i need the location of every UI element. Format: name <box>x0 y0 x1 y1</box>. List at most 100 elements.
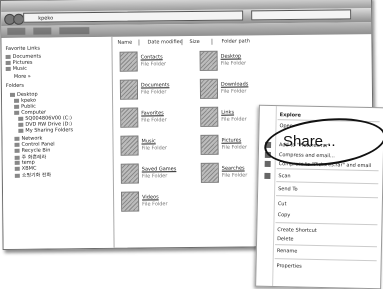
file-name: Videos <box>142 194 159 201</box>
file-item[interactable]: Videos File Folder <box>121 191 201 216</box>
share-menu-item-label[interactable]: Share... <box>283 133 336 150</box>
folder-icon <box>200 134 219 155</box>
menu-item[interactable]: Rename <box>277 248 298 254</box>
address-bar[interactable]: kpeko <box>23 10 244 23</box>
menu-separator <box>276 181 379 185</box>
menu-separator <box>274 244 377 248</box>
file-item[interactable]: Documents File Folder <box>119 79 200 104</box>
column-header-date[interactable]: Date modified <box>147 39 182 45</box>
toolbar <box>1 22 372 38</box>
file-item[interactable]: Saved Games File Folder <box>120 163 201 188</box>
search-input[interactable] <box>251 9 352 21</box>
folder-icon <box>5 54 11 59</box>
archive-icon <box>264 160 271 167</box>
file-type: File Folder <box>220 60 247 67</box>
folder-icon <box>200 106 219 127</box>
menu-item[interactable]: Send To <box>278 186 298 192</box>
column-header-size[interactable]: Size <box>189 39 199 45</box>
nav-item-label: Folders <box>5 82 24 89</box>
file-name: Links <box>221 109 235 116</box>
nav-item[interactable]: More » <box>14 74 31 80</box>
folder-icon <box>119 79 139 100</box>
menu-separator <box>275 222 378 226</box>
folder-icon <box>200 162 219 183</box>
folder-icon <box>120 107 139 128</box>
menu-item[interactable]: Explore <box>280 112 301 118</box>
menu-separator <box>276 195 379 199</box>
file-item[interactable]: Desktop File Folder <box>199 50 280 75</box>
folder-icon <box>18 128 24 133</box>
folder-icon <box>14 136 20 141</box>
file-name: Pictures <box>221 137 242 144</box>
file-item[interactable]: Music File Folder <box>120 135 200 160</box>
scan-icon <box>264 172 271 179</box>
address-path: kpeko <box>38 15 54 22</box>
file-item[interactable]: Downloads File Folder <box>199 78 280 103</box>
folder-icon <box>14 110 20 115</box>
column-header-folder-path[interactable]: Folder path <box>221 38 249 44</box>
folder-icon <box>119 51 138 72</box>
file-type: File Folder <box>141 117 167 124</box>
nav-item-label: My Sharing Folders <box>25 127 74 134</box>
file-type: File Folder <box>140 61 167 68</box>
nav-item[interactable]: Favorite Links <box>5 46 39 52</box>
column-separator[interactable] <box>181 39 183 46</box>
folder-icon <box>199 50 218 71</box>
folder-icon <box>120 163 139 184</box>
file-name: Saved Games <box>141 166 177 173</box>
menu-item[interactable]: Create Shortcut <box>277 227 317 234</box>
folder-icon <box>18 122 24 127</box>
file-name: Downloads <box>220 81 249 88</box>
folder-icon <box>14 104 20 109</box>
menu-item[interactable]: Delete <box>277 236 294 242</box>
folder-icon <box>14 173 20 178</box>
file-type: File Folder <box>141 145 168 152</box>
file-name: Desktop <box>220 53 242 60</box>
nav-item-label: More » <box>13 73 31 80</box>
file-item[interactable]: Favorites File Folder <box>120 107 200 132</box>
folder-icon <box>14 166 20 171</box>
folder-icon <box>18 116 24 121</box>
menu-item[interactable]: Copy <box>278 212 291 218</box>
menu-item[interactable]: Properties <box>276 263 301 270</box>
file-type: File Folder <box>221 172 248 179</box>
file-type: File Folder <box>142 201 168 208</box>
folder-icon <box>14 142 20 147</box>
column-separator[interactable] <box>138 39 140 46</box>
file-type: File Folder <box>220 88 247 95</box>
file-name: Contacts <box>140 54 163 61</box>
nav-item[interactable]: 쇼핑기화 전화 <box>14 171 52 179</box>
file-name: Documents <box>140 82 170 89</box>
nav-item[interactable]: Music <box>5 65 27 72</box>
nav-item[interactable]: My Sharing Folders <box>18 127 73 134</box>
folder-icon <box>5 66 11 71</box>
column-separator[interactable] <box>211 38 213 45</box>
nav-item[interactable]: Folders <box>6 83 24 89</box>
column-header-name[interactable]: Name <box>117 40 132 46</box>
nav-item-label: Music <box>12 65 27 72</box>
file-type: File Folder <box>141 173 168 180</box>
toolbar-burn-button[interactable] <box>59 27 90 35</box>
menu-separator <box>274 258 377 262</box>
folder-icon <box>9 92 16 97</box>
nav-item-label: 쇼핑기화 전화 <box>21 172 52 179</box>
file-type: File Folder <box>221 144 248 151</box>
toolbar-views-button[interactable] <box>33 27 52 35</box>
file-type: File Folder <box>221 116 247 123</box>
folder-icon <box>199 78 219 99</box>
folder-icon <box>14 98 20 103</box>
folder-icon <box>14 155 20 160</box>
file-type: File Folder <box>140 89 167 96</box>
folder-icon <box>121 191 140 212</box>
file-name: Music <box>141 138 156 145</box>
folder-icon <box>14 148 20 153</box>
folder-icon <box>14 160 20 165</box>
menu-item[interactable]: Cut <box>278 201 287 207</box>
toolbar-organize-button[interactable] <box>7 27 26 35</box>
file-item[interactable]: Contacts File Folder <box>119 51 200 76</box>
file-name: Searches <box>221 165 245 172</box>
file-name: Favorites <box>141 110 164 117</box>
folder-icon <box>5 60 11 65</box>
navigation-pane: Favorite Links Documents Pictures Music More… <box>1 36 115 249</box>
menu-item[interactable]: Scan <box>278 173 290 179</box>
